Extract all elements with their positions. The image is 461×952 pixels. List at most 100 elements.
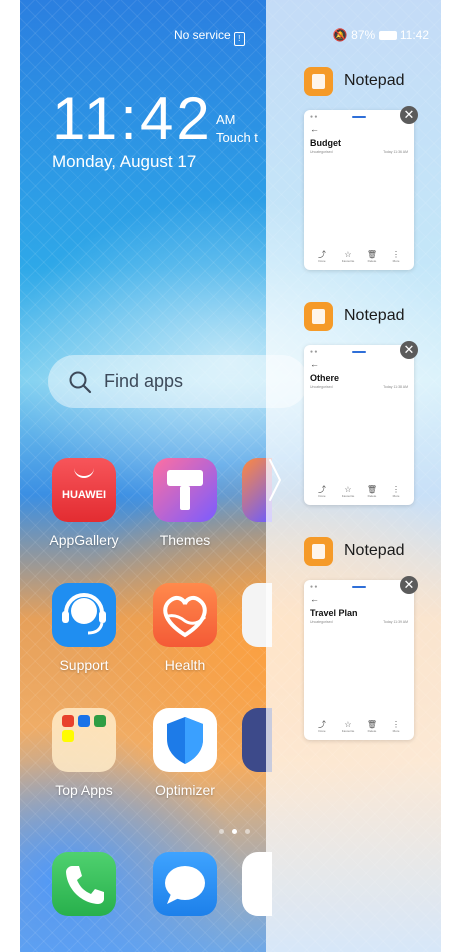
note-tool-glyph: ⤴ <box>318 485 326 494</box>
themes-brush-icon <box>153 458 217 522</box>
support-headset-icon <box>52 583 116 647</box>
search-placeholder: Find apps <box>104 371 184 391</box>
note-tool-label: Done <box>318 494 326 498</box>
clock-ampm: AM <box>216 112 236 127</box>
close-task-button[interactable]: ✕ <box>400 576 418 594</box>
note-category: Uncategorised <box>310 385 333 389</box>
note-timestamp: Today 11:38 AM <box>383 385 408 389</box>
note-tool-label: Delete <box>367 259 377 263</box>
note-tool-label: More <box>392 729 400 733</box>
card-status-dots: ● ● <box>310 584 318 590</box>
task-card[interactable]: ● ● ← Travel Plan Uncategorised Today 11:39 … <box>304 580 414 740</box>
note-tool-3: ⋮ More <box>386 720 406 733</box>
app-label-health: Health <box>164 657 206 673</box>
note-tool-label: Done <box>318 729 326 733</box>
note-toolbar: ⤴ Done ☆ Favourite 🗑 Delete ⋮ More <box>304 720 414 736</box>
app-folder-top-apps[interactable]: Top Apps <box>44 708 124 798</box>
app-themes[interactable]: Themes <box>145 458 225 548</box>
top-apps-folder-icon <box>52 708 116 772</box>
note-tool-glyph: 🗑 <box>366 485 378 494</box>
note-tool-glyph: ⋮ <box>392 250 400 259</box>
appgallery-icon: HUAWEI <box>52 458 116 522</box>
note-tool-1: ☆ Favourite <box>338 485 358 498</box>
note-tool-label: More <box>392 494 400 498</box>
app-optimizer[interactable]: Optimizer <box>145 708 225 798</box>
close-task-button[interactable]: ✕ <box>400 341 418 359</box>
task-app-name: Notepad <box>344 542 405 559</box>
app-label-top-apps: Top Apps <box>55 782 113 798</box>
note-tool-0: ⤴ Done <box>312 720 332 733</box>
dock-messages[interactable] <box>145 852 225 916</box>
note-tool-3: ⋮ More <box>386 485 406 498</box>
note-category: Uncategorised <box>310 620 333 624</box>
note-title: Othere <box>310 373 340 383</box>
panel-drag-handle[interactable] <box>266 458 284 502</box>
task-card[interactable]: ● ● ← Budget Uncategorised Today 11:36 AM ⤴ Do… <box>304 110 414 270</box>
card-top-indicator <box>352 116 366 118</box>
page-indicator-dot <box>245 829 250 834</box>
health-heart-icon <box>153 583 217 647</box>
app-label-appgallery: AppGallery <box>49 532 119 548</box>
appgallery-brand-text: HUAWEI <box>62 489 106 501</box>
note-tool-label: Done <box>318 259 326 263</box>
note-tool-glyph: 🗑 <box>366 250 378 259</box>
note-tool-glyph: ☆ <box>344 250 352 259</box>
mute-icon: 🔕 <box>332 28 348 42</box>
search-icon <box>69 371 92 394</box>
note-tool-label: Delete <box>367 729 377 733</box>
note-tool-3: ⋮ More <box>386 250 406 263</box>
app-support[interactable]: Support <box>44 583 124 673</box>
note-tool-2: 🗑 Delete <box>362 720 382 733</box>
status-time: 11:42 <box>399 28 429 42</box>
note-tool-label: Favourite <box>341 729 355 733</box>
notepad-app-icon <box>304 537 333 566</box>
app-label-optimizer: Optimizer <box>155 782 215 798</box>
phone-screen: No service! 11:42 AM Touch t Monday, Aug… <box>20 0 441 952</box>
phone-icon <box>52 852 116 916</box>
card-top-indicator <box>352 351 366 353</box>
notepad-app-icon <box>304 302 333 331</box>
note-tool-glyph: ☆ <box>344 720 352 729</box>
note-tool-1: ☆ Favourite <box>338 720 358 733</box>
app-health[interactable]: Health <box>145 583 225 673</box>
note-tool-1: ☆ Favourite <box>338 250 358 263</box>
app-appgallery[interactable]: HUAWEI AppGallery <box>44 458 124 548</box>
back-arrow-icon: ← <box>310 124 319 134</box>
battery-icon <box>378 31 397 40</box>
close-task-button[interactable]: ✕ <box>400 106 418 124</box>
sim-card-icon: ! <box>233 32 245 46</box>
note-tool-glyph: ⤴ <box>318 250 326 259</box>
notepad-app-icon <box>304 67 333 96</box>
app-label-support: Support <box>59 657 109 673</box>
date-label: Monday, August 17 <box>52 152 197 171</box>
note-tool-label: More <box>392 259 400 263</box>
note-title: Travel Plan <box>310 608 358 618</box>
note-timestamp: Today 11:39 AM <box>383 620 408 624</box>
optimizer-shield-icon <box>153 708 217 772</box>
dock-phone[interactable] <box>44 852 124 916</box>
note-toolbar: ⤴ Done ☆ Favourite 🗑 Delete ⋮ More <box>304 250 414 266</box>
touch-hint-text: Touch t <box>216 130 258 145</box>
card-top-indicator <box>352 586 366 588</box>
clock-time[interactable]: 11:42 <box>52 84 213 154</box>
task-app-name: Notepad <box>344 72 405 89</box>
note-tool-2: 🗑 Delete <box>362 250 382 263</box>
note-tool-label: Favourite <box>341 494 355 498</box>
card-status-dots: ● ● <box>310 114 318 120</box>
note-tool-glyph: ☆ <box>344 485 352 494</box>
back-arrow-icon: ← <box>310 594 319 604</box>
note-tool-glyph: ⋮ <box>392 485 400 494</box>
note-tool-label: Favourite <box>341 259 355 263</box>
task-app-name: Notepad <box>344 307 405 324</box>
task-card[interactable]: ● ● ← Othere Uncategorised Today 11:38 AM ⤴ Do… <box>304 345 414 505</box>
note-toolbar: ⤴ Done ☆ Favourite 🗑 Delete ⋮ More <box>304 485 414 501</box>
page-indicator-dot-active <box>232 829 237 834</box>
note-tool-glyph: ⤴ <box>318 720 326 729</box>
note-tool-glyph: ⋮ <box>392 720 400 729</box>
messages-bubble-icon <box>153 852 217 916</box>
app-label-themes: Themes <box>159 532 211 548</box>
back-arrow-icon: ← <box>310 359 319 369</box>
card-status-dots: ● ● <box>310 349 318 355</box>
note-tool-0: ⤴ Done <box>312 485 332 498</box>
battery-percent: 87% <box>351 28 376 42</box>
